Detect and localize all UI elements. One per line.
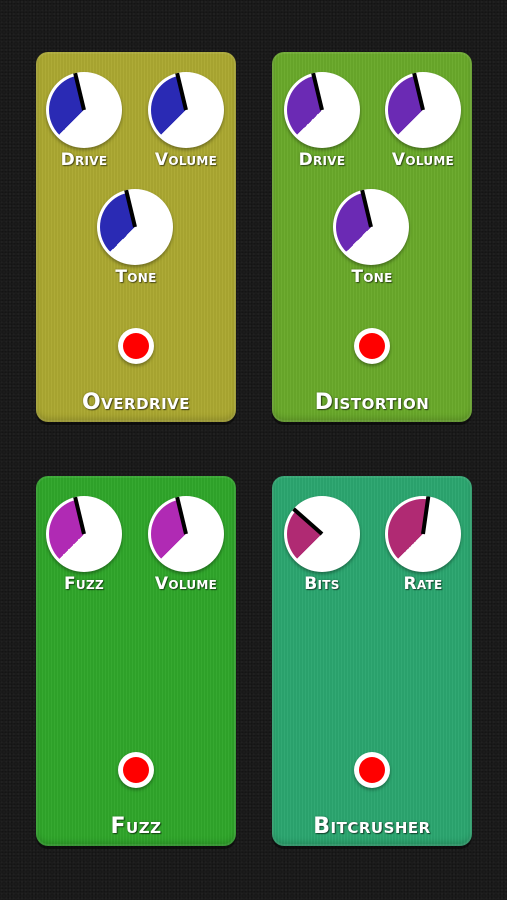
bitcrusher-pedal[interactable]: Bits Rate Bitcrusher — [272, 476, 472, 846]
rate-knob-label: Rate — [403, 574, 443, 594]
led-indicator[interactable] — [354, 752, 390, 788]
fuzz-knob[interactable] — [46, 496, 122, 572]
pedal-name: Overdrive — [81, 390, 191, 415]
led-indicator[interactable] — [118, 752, 154, 788]
tone-knob[interactable] — [97, 189, 173, 265]
volume-knob[interactable] — [148, 72, 224, 148]
fuzz-knob-label: Fuzz — [64, 574, 104, 594]
volume-knob-label: Volume — [154, 574, 218, 594]
drive-knob-label: Drive — [298, 150, 346, 170]
bits-knob[interactable] — [284, 496, 360, 572]
tone-knob[interactable] — [333, 189, 409, 265]
volume-knob[interactable] — [148, 496, 224, 572]
led-indicator[interactable] — [354, 328, 390, 364]
drive-knob[interactable] — [284, 72, 360, 148]
volume-knob[interactable] — [385, 72, 461, 148]
volume-knob-label: Volume — [154, 150, 218, 170]
pedal-name: Bitcrusher — [313, 814, 431, 839]
pedal-name: Distortion — [314, 390, 430, 415]
pedal-name: Fuzz — [110, 814, 162, 839]
drive-knob[interactable] — [46, 72, 122, 148]
tone-knob-label: Tone — [351, 267, 393, 287]
rate-knob[interactable] — [385, 496, 461, 572]
overdrive-pedal[interactable]: Drive Volume Tone Overdrive — [36, 52, 236, 422]
drive-knob-label: Drive — [60, 150, 108, 170]
volume-knob-label: Volume — [391, 150, 455, 170]
led-indicator[interactable] — [118, 328, 154, 364]
distortion-pedal[interactable]: Drive Volume Tone Distortion — [272, 52, 472, 422]
tone-knob-label: Tone — [115, 267, 157, 287]
bits-knob-label: Bits — [304, 574, 340, 594]
fuzz-pedal[interactable]: Fuzz Volume Fuzz — [36, 476, 236, 846]
